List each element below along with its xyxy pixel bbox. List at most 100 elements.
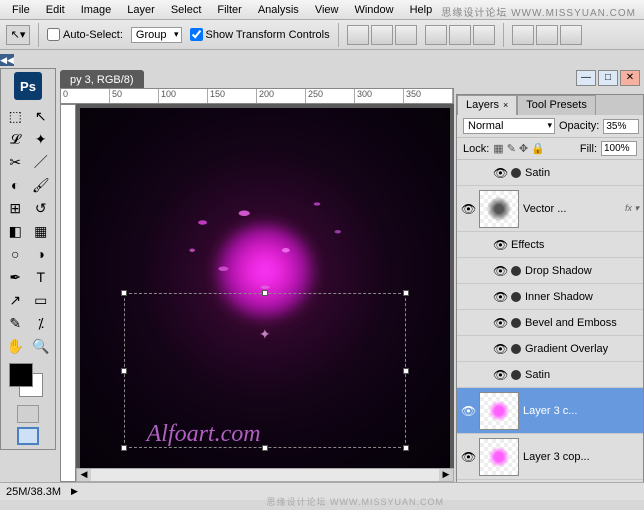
move-tool[interactable]: ↖ xyxy=(29,105,54,127)
layer-row[interactable]: 👁 Vector ... fx ▾ xyxy=(457,186,643,232)
transform-handle[interactable] xyxy=(403,368,409,374)
canvas[interactable]: ✦ Alfoart.com xyxy=(80,108,450,478)
transform-handle[interactable] xyxy=(121,445,127,451)
visibility-icon[interactable]: 👁 xyxy=(493,342,507,356)
stamp-tool[interactable]: ⊞ xyxy=(3,197,28,219)
fx-badge-icon[interactable]: fx ▾ xyxy=(625,203,639,214)
auto-select-checkbox[interactable] xyxy=(47,28,60,41)
transform-handle[interactable] xyxy=(121,368,127,374)
visibility-icon[interactable]: 👁 xyxy=(461,450,475,464)
align-btn[interactable] xyxy=(395,25,417,45)
brush-tool[interactable]: 🖌 xyxy=(29,174,54,196)
minimize-button[interactable]: ― xyxy=(576,70,596,86)
effects-header[interactable]: 👁 Effects xyxy=(457,232,643,258)
close-button[interactable]: ✕ xyxy=(620,70,640,86)
opacity-input[interactable] xyxy=(603,119,639,134)
maximize-button[interactable]: □ xyxy=(598,70,618,86)
notes-tool[interactable]: ✎ xyxy=(3,312,28,334)
visibility-icon[interactable]: 👁 xyxy=(461,404,475,418)
eyedropper-tool[interactable]: ⁒ xyxy=(29,312,54,334)
transform-handle[interactable] xyxy=(262,445,268,451)
lock-brush-icon[interactable]: ✎ xyxy=(507,142,516,155)
visibility-icon[interactable]: 👁 xyxy=(493,368,507,382)
lasso-tool[interactable]: 𝓛 xyxy=(3,128,28,150)
tab-layers[interactable]: Layers× xyxy=(457,95,517,115)
close-icon[interactable]: × xyxy=(503,100,508,110)
align-btn[interactable] xyxy=(371,25,393,45)
heal-tool[interactable]: ◐ xyxy=(3,174,28,196)
layer-row-selected[interactable]: 👁 Layer 3 c... xyxy=(457,388,643,434)
scroll-left-icon[interactable]: ◀ xyxy=(77,469,91,481)
auto-select-check[interactable]: Auto-Select: xyxy=(47,28,123,41)
align-btn[interactable] xyxy=(347,25,369,45)
history-brush-tool[interactable]: ↺ xyxy=(29,197,54,219)
show-transform-checkbox[interactable] xyxy=(190,28,203,41)
slice-tool[interactable]: ／ xyxy=(29,151,54,173)
visibility-icon[interactable]: 👁 xyxy=(493,166,507,180)
effect-row[interactable]: 👁Inner Shadow xyxy=(457,284,643,310)
visibility-icon[interactable]: 👁 xyxy=(493,238,507,252)
quick-mask[interactable] xyxy=(1,403,55,425)
visibility-icon[interactable]: 👁 xyxy=(493,290,507,304)
show-transform-check[interactable]: Show Transform Controls xyxy=(190,28,330,41)
menu-view[interactable]: View xyxy=(307,4,347,16)
effect-row[interactable]: 👁Bevel and Emboss xyxy=(457,310,643,336)
effect-row[interactable]: 👁 Satin xyxy=(457,160,643,186)
layer-thumb[interactable] xyxy=(479,438,519,476)
lock-move-icon[interactable]: ✥ xyxy=(519,142,528,155)
lock-all-icon[interactable]: 🔒 xyxy=(531,142,545,155)
layer-thumb[interactable] xyxy=(479,392,519,430)
canvas-area[interactable]: ✦ Alfoart.com xyxy=(76,104,454,482)
transform-handle[interactable] xyxy=(121,290,127,296)
align-btn[interactable] xyxy=(473,25,495,45)
gradient-tool[interactable]: ▦ xyxy=(29,220,54,242)
layer-row[interactable]: 👁 Layer 3 cop... xyxy=(457,434,643,480)
menu-analysis[interactable]: Analysis xyxy=(250,4,307,16)
color-swatch[interactable] xyxy=(5,363,51,399)
zoom-tool[interactable]: 🔍 xyxy=(29,335,54,357)
transform-handle[interactable] xyxy=(403,445,409,451)
lock-pixels-icon[interactable]: ▦ xyxy=(493,142,503,155)
menu-layer[interactable]: Layer xyxy=(119,4,163,16)
fg-color[interactable] xyxy=(9,363,33,387)
fill-input[interactable] xyxy=(601,141,637,156)
align-btn[interactable] xyxy=(449,25,471,45)
effect-row[interactable]: 👁Satin xyxy=(457,362,643,388)
crop-tool[interactable]: ✂ xyxy=(3,151,28,173)
visibility-icon[interactable]: 👁 xyxy=(461,202,475,216)
auto-select-dropdown[interactable]: Group xyxy=(131,27,182,43)
collapse-handle[interactable]: ◀◀ xyxy=(0,54,14,66)
marquee-tool[interactable]: ⬚ xyxy=(3,105,28,127)
status-menu-icon[interactable]: ▶ xyxy=(71,486,78,497)
dist-btn[interactable] xyxy=(560,25,582,45)
wand-tool[interactable]: ✦ xyxy=(29,128,54,150)
menu-image[interactable]: Image xyxy=(73,4,120,16)
dist-btn[interactable] xyxy=(536,25,558,45)
menu-window[interactable]: Window xyxy=(346,4,401,16)
layer-thumb[interactable] xyxy=(479,190,519,228)
path-select-tool[interactable]: ↗ xyxy=(3,289,28,311)
menu-help[interactable]: Help xyxy=(402,4,441,16)
screen-mode[interactable] xyxy=(1,425,55,447)
menu-edit[interactable]: Edit xyxy=(38,4,73,16)
blur-tool[interactable]: ○ xyxy=(3,243,28,265)
pen-tool[interactable]: ✒ xyxy=(3,266,28,288)
dist-btn[interactable] xyxy=(512,25,534,45)
type-tool[interactable]: T xyxy=(29,266,54,288)
menu-select[interactable]: Select xyxy=(163,4,210,16)
transform-center-icon[interactable]: ✦ xyxy=(259,326,271,338)
menu-file[interactable]: File xyxy=(4,4,38,16)
hand-tool[interactable]: ✋ xyxy=(3,335,28,357)
horizontal-scrollbar[interactable]: ◀ ▶ xyxy=(76,468,454,482)
transform-handle[interactable] xyxy=(262,290,268,296)
menu-filter[interactable]: Filter xyxy=(209,4,249,16)
tab-tool-presets[interactable]: Tool Presets xyxy=(517,95,596,115)
scroll-right-icon[interactable]: ▶ xyxy=(439,469,453,481)
eraser-tool[interactable]: ◧ xyxy=(3,220,28,242)
effect-row[interactable]: 👁Gradient Overlay xyxy=(457,336,643,362)
visibility-icon[interactable]: 👁 xyxy=(493,316,507,330)
shape-tool[interactable]: ▭ xyxy=(29,289,54,311)
effect-row[interactable]: 👁Drop Shadow xyxy=(457,258,643,284)
document-tab[interactable]: py 3, RGB/8) xyxy=(60,70,144,90)
transform-handle[interactable] xyxy=(403,290,409,296)
